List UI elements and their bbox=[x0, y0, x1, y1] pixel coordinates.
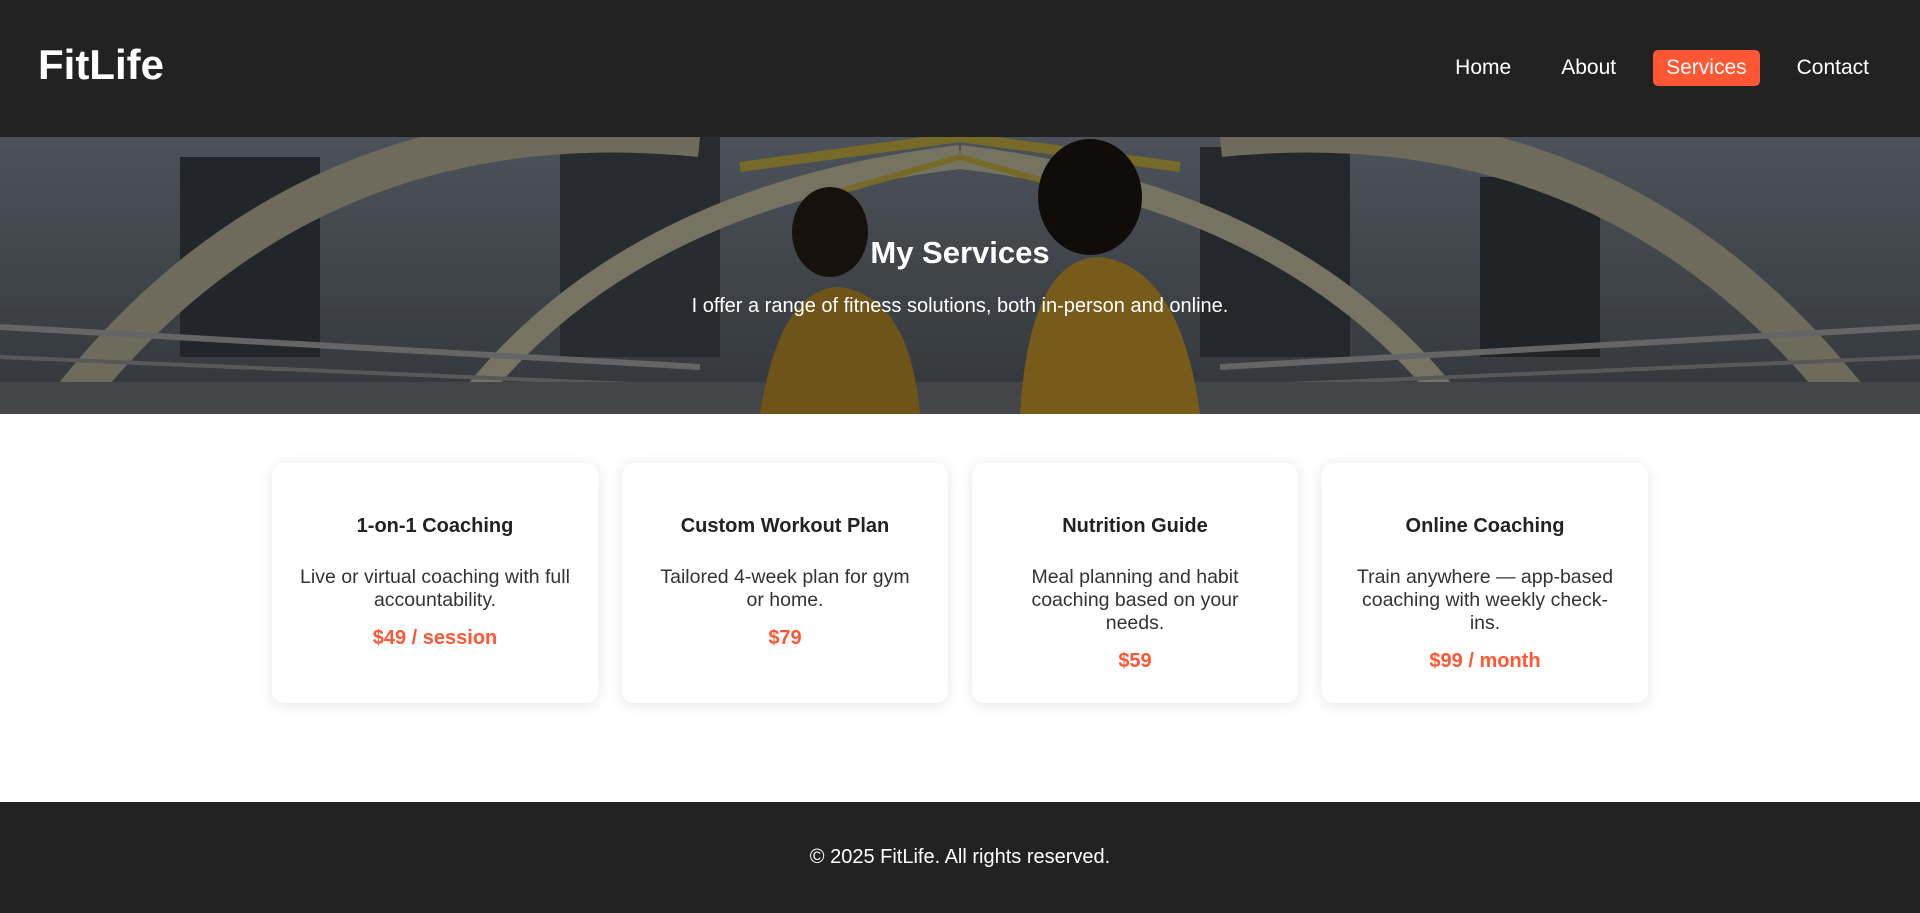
service-title: Nutrition Guide bbox=[1062, 515, 1208, 537]
service-description: Train anywhere — app-based coaching with… bbox=[1356, 566, 1614, 634]
service-title: Online Coaching bbox=[1405, 515, 1565, 537]
main-nav: Home About Services Contact bbox=[1418, 50, 1882, 86]
nav-link-contact[interactable]: Contact bbox=[1784, 50, 1882, 86]
services-list: 1-on-1 Coaching Live or virtual coaching… bbox=[272, 463, 1648, 703]
copyright-text: © 2025 FitLife. All rights reserved. bbox=[809, 846, 1111, 868]
service-price: $59 bbox=[1118, 650, 1152, 672]
service-card-workout-plan[interactable]: Custom Workout Plan Tailored 4-week plan… bbox=[622, 463, 948, 703]
nav-link-home[interactable]: Home bbox=[1442, 50, 1524, 86]
hero-title: My Services bbox=[870, 235, 1050, 270]
hero-subtitle: I offer a range of fitness solutions, bo… bbox=[691, 295, 1229, 317]
service-card-coaching[interactable]: 1-on-1 Coaching Live or virtual coaching… bbox=[272, 463, 598, 703]
site-header: FitLife Home About Services Contact bbox=[0, 0, 1920, 137]
service-price: $99 / month bbox=[1429, 650, 1541, 672]
hero-banner: My Services I offer a range of fitness s… bbox=[0, 137, 1920, 414]
site-footer: © 2025 FitLife. All rights reserved. bbox=[0, 802, 1920, 913]
hero-overlay bbox=[0, 137, 1920, 414]
service-description: Meal planning and habit coaching based o… bbox=[1031, 566, 1239, 634]
service-card-online-coaching[interactable]: Online Coaching Train anywhere — app-bas… bbox=[1322, 463, 1648, 703]
service-price: $79 bbox=[768, 627, 802, 649]
service-price: $49 / session bbox=[372, 627, 498, 649]
service-description: Tailored 4-week plan for gym or home. bbox=[660, 566, 910, 611]
service-card-nutrition[interactable]: Nutrition Guide Meal planning and habit … bbox=[972, 463, 1298, 703]
service-title: Custom Workout Plan bbox=[680, 515, 890, 537]
service-title: 1-on-1 Coaching bbox=[356, 515, 514, 537]
nav-link-about[interactable]: About bbox=[1548, 50, 1629, 86]
site-logo[interactable]: FitLife bbox=[38, 44, 164, 86]
service-description: Live or virtual coaching with full accou… bbox=[300, 566, 570, 611]
nav-link-services[interactable]: Services bbox=[1653, 50, 1760, 86]
